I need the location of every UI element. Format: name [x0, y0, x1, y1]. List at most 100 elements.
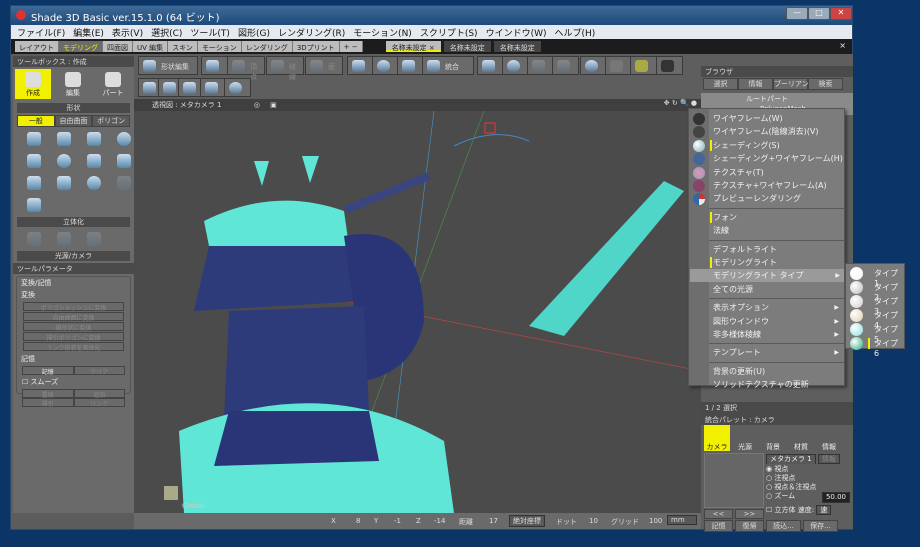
mode-tab[interactable]: UV 編集 — [133, 41, 169, 52]
prev-button[interactable]: << — [704, 509, 733, 519]
camera-button[interactable] — [201, 56, 228, 75]
menu-item-10[interactable]: モデリングライト — [710, 256, 843, 269]
menu-item-4[interactable]: テクスチャ(T) — [713, 166, 843, 179]
menu-item-1[interactable]: ワイヤフレーム(陰線消去)(V) — [713, 125, 843, 138]
text-tool-icon[interactable] — [27, 198, 41, 212]
menu-item-16[interactable]: テンプレート ▶ — [713, 346, 843, 359]
menu-item-7[interactable]: フォン — [710, 211, 843, 224]
menu-item[interactable]: ヘルプ(H) — [554, 26, 595, 39]
document-tab[interactable]: 名称未設定 — [443, 41, 491, 52]
menu-item[interactable]: ファイル(F) — [17, 26, 65, 39]
palette-tab[interactable]: カメラ — [704, 425, 730, 451]
target-icon[interactable]: ◎ — [254, 101, 260, 109]
torus-tool-icon[interactable] — [87, 176, 101, 190]
curve-tool-icon[interactable] — [27, 132, 41, 146]
bounding-box-button[interactable] — [347, 56, 374, 75]
menu-item[interactable]: 図形(G) — [238, 26, 270, 39]
mode-tab[interactable]: 3Dプリント — [292, 41, 340, 52]
mode-tab[interactable]: スキン — [168, 41, 198, 52]
menu-item[interactable]: 編集(E) — [73, 26, 104, 39]
palette-tab[interactable]: 情報 — [816, 425, 842, 451]
mode-tab[interactable]: 四面図 — [103, 41, 133, 52]
cylinder-tool-icon[interactable] — [27, 176, 41, 190]
capsule-tool-icon[interactable] — [57, 176, 71, 190]
camera-radio[interactable]: ○ 視点＆注視点 — [766, 483, 816, 492]
maximize-button[interactable]: □ — [808, 7, 830, 20]
menu-item-6[interactable]: プレビューレンダリング — [713, 192, 843, 205]
menu-item[interactable]: スクリプト(S) — [420, 26, 478, 39]
restore-camera-button[interactable]: 復帰 — [735, 520, 764, 532]
mode-tab[interactable]: モデリング — [59, 41, 103, 52]
menu-item-0[interactable]: ワイヤフレーム(W) — [713, 112, 843, 125]
face-button[interactable]: 面 — [305, 56, 343, 75]
smooth-checkbox[interactable]: ☐ スムーズ — [17, 375, 130, 389]
menu-item[interactable]: ウインドウ(W) — [486, 26, 547, 39]
speed-select[interactable]: 速 — [816, 505, 832, 515]
load-button[interactable]: 読込... — [766, 520, 801, 532]
box-tool-icon[interactable] — [27, 154, 41, 168]
menu-item[interactable]: モーション(N) — [353, 26, 412, 39]
menu-item-18[interactable]: ソリッドテクスチャの更新 — [713, 378, 843, 391]
zoom-value-input[interactable]: 50.00 — [821, 492, 850, 503]
snap-button[interactable] — [502, 56, 529, 75]
menu-item[interactable]: 表示(V) — [112, 26, 143, 39]
script-button[interactable] — [605, 56, 632, 75]
section-solidify[interactable]: 立体化 — [17, 217, 130, 227]
menu-item-17[interactable]: 背景の更新(U) — [713, 365, 843, 378]
mode-tab[interactable]: レイアウト — [15, 41, 59, 52]
integrate-button[interactable]: 統合 — [422, 56, 474, 75]
browser-button[interactable]: ブーリアン — [773, 78, 809, 90]
vertex-button[interactable]: 頂点 — [227, 56, 265, 81]
next-button[interactable]: >> — [735, 509, 764, 519]
circle-tool-icon[interactable] — [117, 132, 131, 146]
pyramid-tool-icon[interactable] — [87, 154, 101, 168]
browser-button[interactable]: 情報 — [738, 78, 773, 90]
palette-tab[interactable]: 背景 — [760, 425, 786, 451]
mode-tab[interactable]: + − — [339, 41, 363, 52]
view-nav-icons[interactable]: ✥ ↻ 🔍 ● — [664, 99, 697, 107]
shape-edit-button[interactable]: 形状編集 — [138, 56, 198, 75]
menu-item-15[interactable]: 非多様体稜線 ▶ — [713, 328, 843, 341]
coord-mode-select[interactable]: 絶対座標 — [509, 515, 545, 527]
shape-tab[interactable]: 一般 — [17, 115, 55, 127]
section-shape[interactable]: 形状 — [17, 103, 130, 113]
menu-item-12[interactable]: 全ての光源 — [713, 283, 843, 296]
camera-radio[interactable]: ○ 注視点 — [766, 474, 816, 483]
shape-tab[interactable]: ポリゴン — [92, 115, 131, 127]
camera-radio[interactable]: ◉ 視点 — [766, 465, 816, 474]
mode-tab[interactable]: レンダリング — [241, 41, 293, 52]
viewport-title[interactable]: 透視図 : メタカメラ 1 — [152, 101, 222, 109]
close-doc-icon[interactable]: × — [839, 41, 846, 50]
memorize-camera-button[interactable]: 記憶 — [704, 520, 733, 532]
document-tab[interactable]: 名称未設定 × — [385, 41, 441, 52]
shape-tab[interactable]: 自由曲面 — [54, 115, 93, 127]
menu-item[interactable]: レンダリング(R) — [278, 26, 345, 39]
menu-item-14[interactable]: 図形ウインドウ ▶ — [713, 315, 843, 328]
cube-icon[interactable]: ▣ — [270, 101, 277, 109]
document-tab[interactable]: 名称未設定 — [493, 41, 541, 52]
material-button[interactable] — [224, 78, 251, 97]
menu-item-8[interactable]: 法線 — [713, 224, 843, 237]
world-axis-button[interactable] — [477, 56, 504, 75]
numeric-button[interactable] — [200, 78, 227, 97]
menu-item-5[interactable]: テクスチャ+ワイヤフレーム(A) — [713, 179, 843, 192]
rotate-button[interactable] — [372, 56, 399, 75]
texture-layout-button[interactable] — [630, 56, 657, 75]
light-type-item[interactable]: タイプ 6 — [874, 338, 904, 358]
edge-button[interactable]: 稜線 — [266, 56, 304, 81]
sphere-tool-icon[interactable] — [57, 154, 71, 168]
grid-button[interactable] — [656, 56, 683, 75]
line-tool-icon[interactable] — [57, 132, 71, 146]
toolbox-mode-0[interactable]: 作成 — [15, 69, 51, 99]
menu-item-3[interactable]: シェーディング+ワイヤフレーム(H) — [713, 152, 843, 165]
menu-item-11[interactable]: モデリングライト タイプ ▶ — [690, 269, 844, 283]
menu-item-2[interactable]: シェーディング(S) — [710, 139, 843, 152]
close-button[interactable]: ✕ — [830, 7, 852, 20]
menu-item-9[interactable]: デフォルトライト — [713, 243, 843, 256]
rectangle-tool-icon[interactable] — [87, 132, 101, 146]
toolbox-mode-2[interactable]: パート — [95, 69, 131, 99]
3d-viewport[interactable]: Global — [134, 111, 701, 513]
tree-root-part[interactable]: ルートパート — [746, 94, 853, 104]
browser-button[interactable]: 検索 — [808, 78, 843, 90]
palette-tab[interactable]: 光源 — [732, 425, 758, 451]
